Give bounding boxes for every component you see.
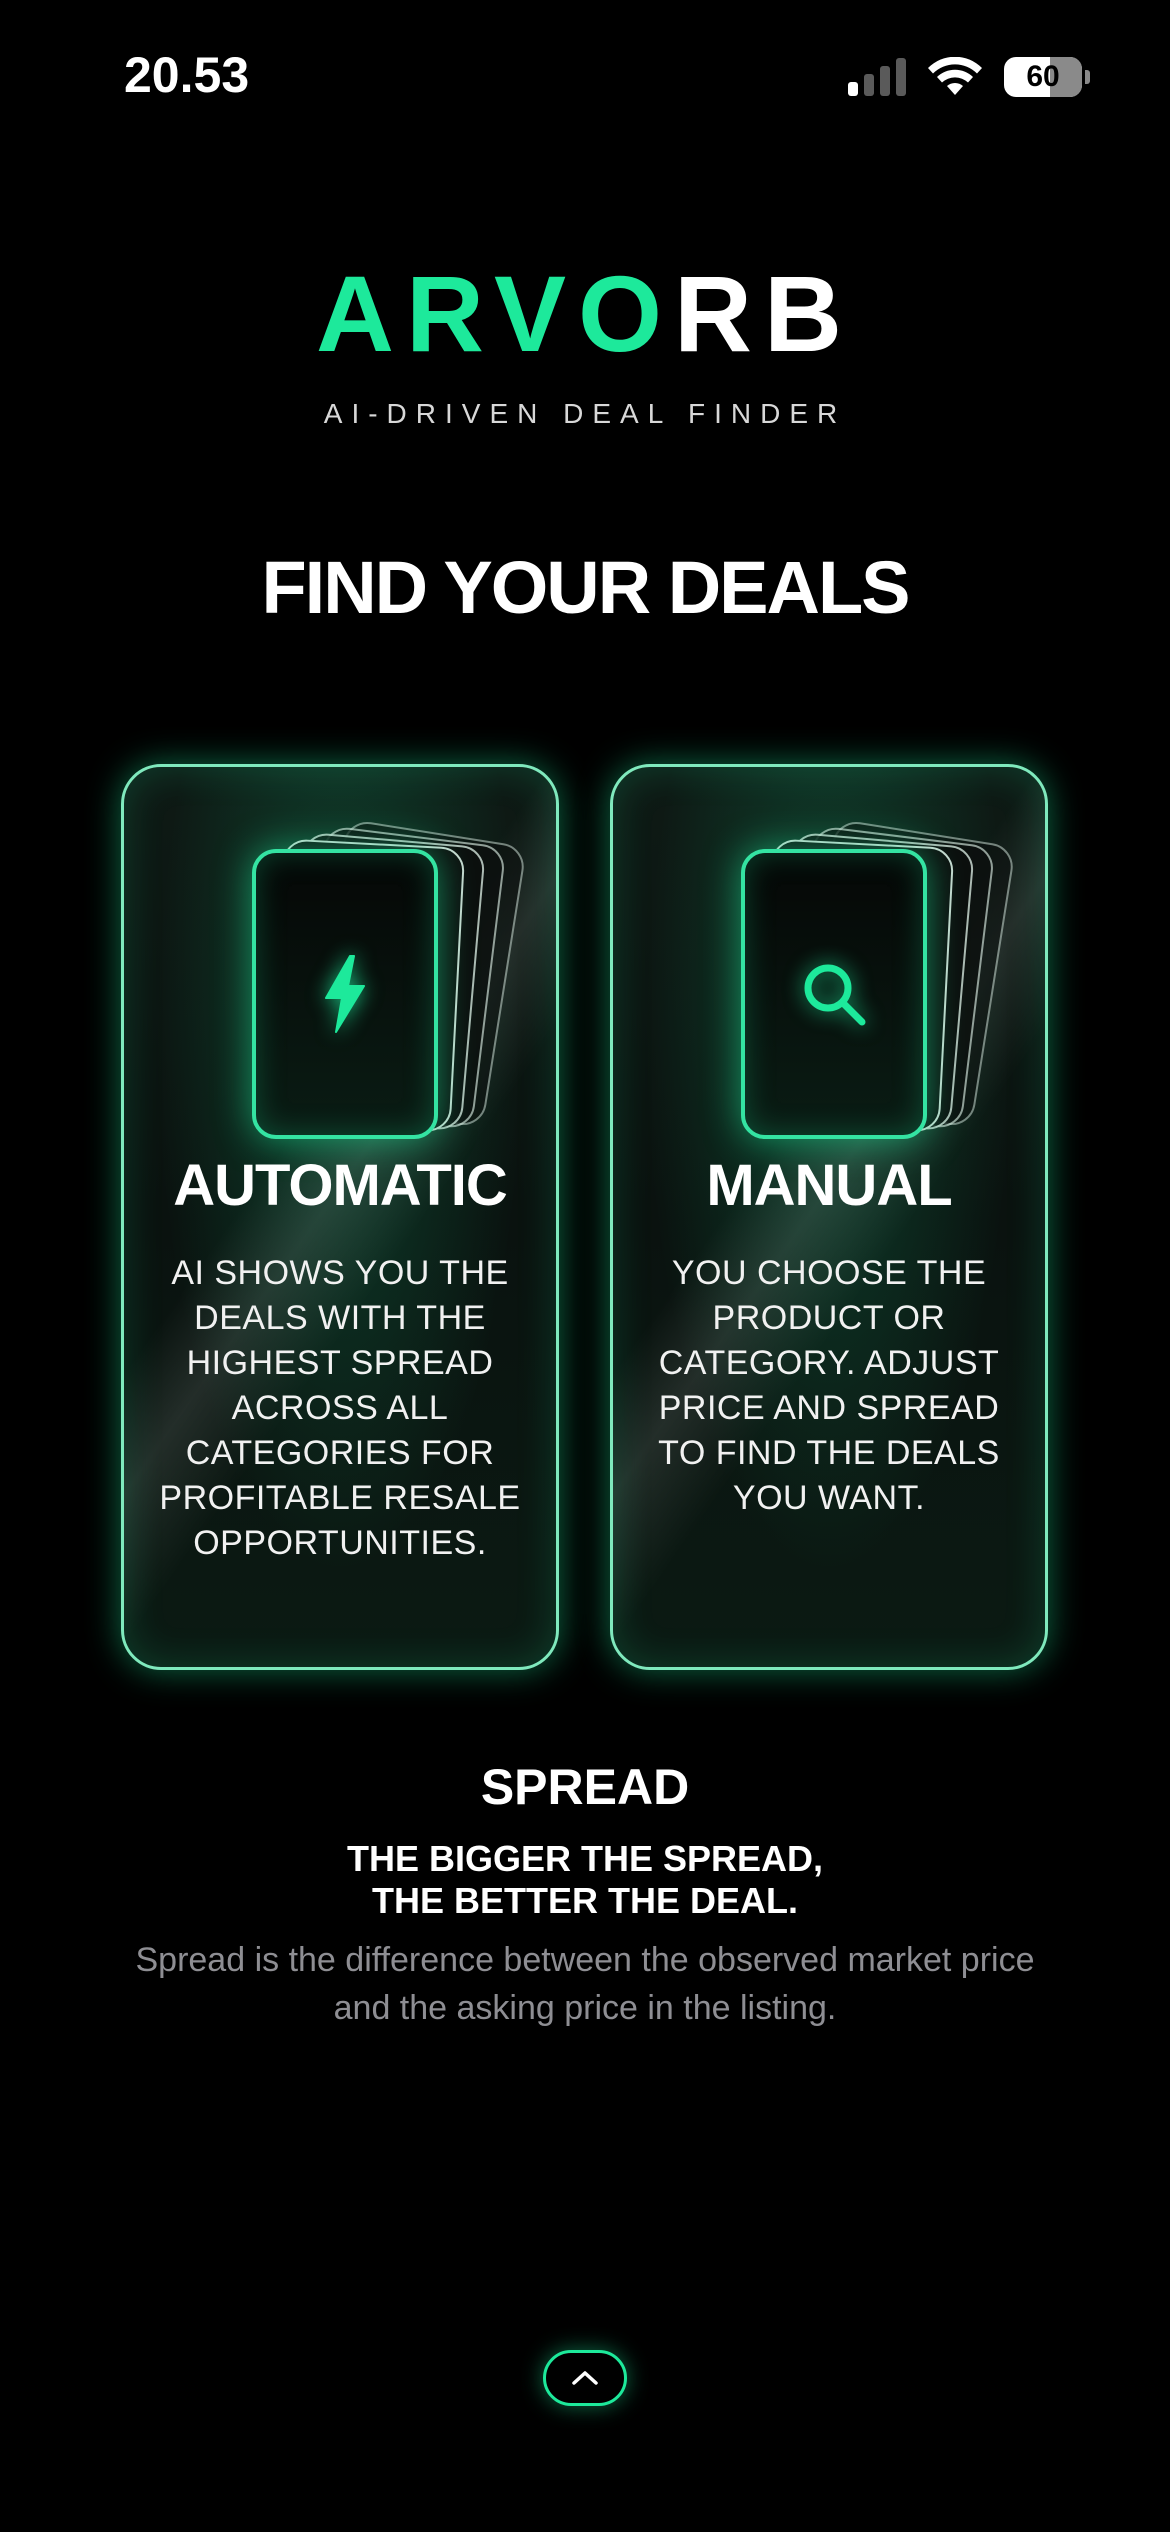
- manual-mode-card[interactable]: MANUAL YOU CHOOSE THE PRODUCT OR CATEGOR…: [610, 764, 1048, 1670]
- card-description: AI SHOWS YOU THE DEALS WITH THE HIGHEST …: [159, 1254, 521, 1562]
- card-stack-illustration: [741, 818, 1017, 1139]
- status-time: 20.53: [124, 47, 250, 103]
- spread-title: SPREAD: [480, 1759, 690, 1815]
- brand-name-white: RB: [674, 253, 855, 374]
- lightning-bolt-icon: [309, 954, 381, 1034]
- find-deals-screen: 20.53 60 ARVORB AI-DRIVEN DEAL FINDER FI…: [0, 0, 1170, 2532]
- spread-subtitle-line2: THE BETTER THE DEAL.: [371, 1880, 798, 1921]
- cellular-signal-icon: [848, 58, 906, 96]
- brand-logo: ARVORB AI-DRIVEN DEAL FINDER: [0, 260, 1170, 430]
- chevron-up-icon: [572, 2371, 598, 2385]
- card-title: AUTOMATIC: [173, 1153, 508, 1218]
- status-bar-icons: 60: [848, 52, 1090, 102]
- brand-tagline: AI-DRIVEN DEAL FINDER: [323, 398, 847, 429]
- scroll-up-button[interactable]: [543, 2350, 627, 2406]
- card-description: YOU CHOOSE THE PRODUCT OR CATEGORY. ADJU…: [658, 1254, 1000, 1517]
- spread-subtitle: THE BIGGER THE SPREAD, THE BETTER THE DE…: [0, 1838, 1170, 1922]
- battery-level: 60: [1026, 60, 1060, 93]
- spread-description: Spread is the difference between the obs…: [135, 1941, 1035, 2027]
- card-title: MANUAL: [706, 1153, 952, 1218]
- card-stack-illustration: [252, 818, 528, 1139]
- brand-name-green: ARVO: [315, 253, 675, 374]
- battery-icon: 60: [1004, 57, 1090, 97]
- wifi-icon: [928, 57, 982, 95]
- automatic-mode-card[interactable]: AUTOMATIC AI SHOWS YOU THE DEALS WITH TH…: [121, 764, 559, 1670]
- spread-subtitle-line1: THE BIGGER THE SPREAD,: [346, 1838, 824, 1879]
- search-icon: [798, 954, 870, 1034]
- brand-name: ARVORB: [0, 260, 1170, 368]
- page-title: FIND YOUR DEALS: [261, 546, 910, 629]
